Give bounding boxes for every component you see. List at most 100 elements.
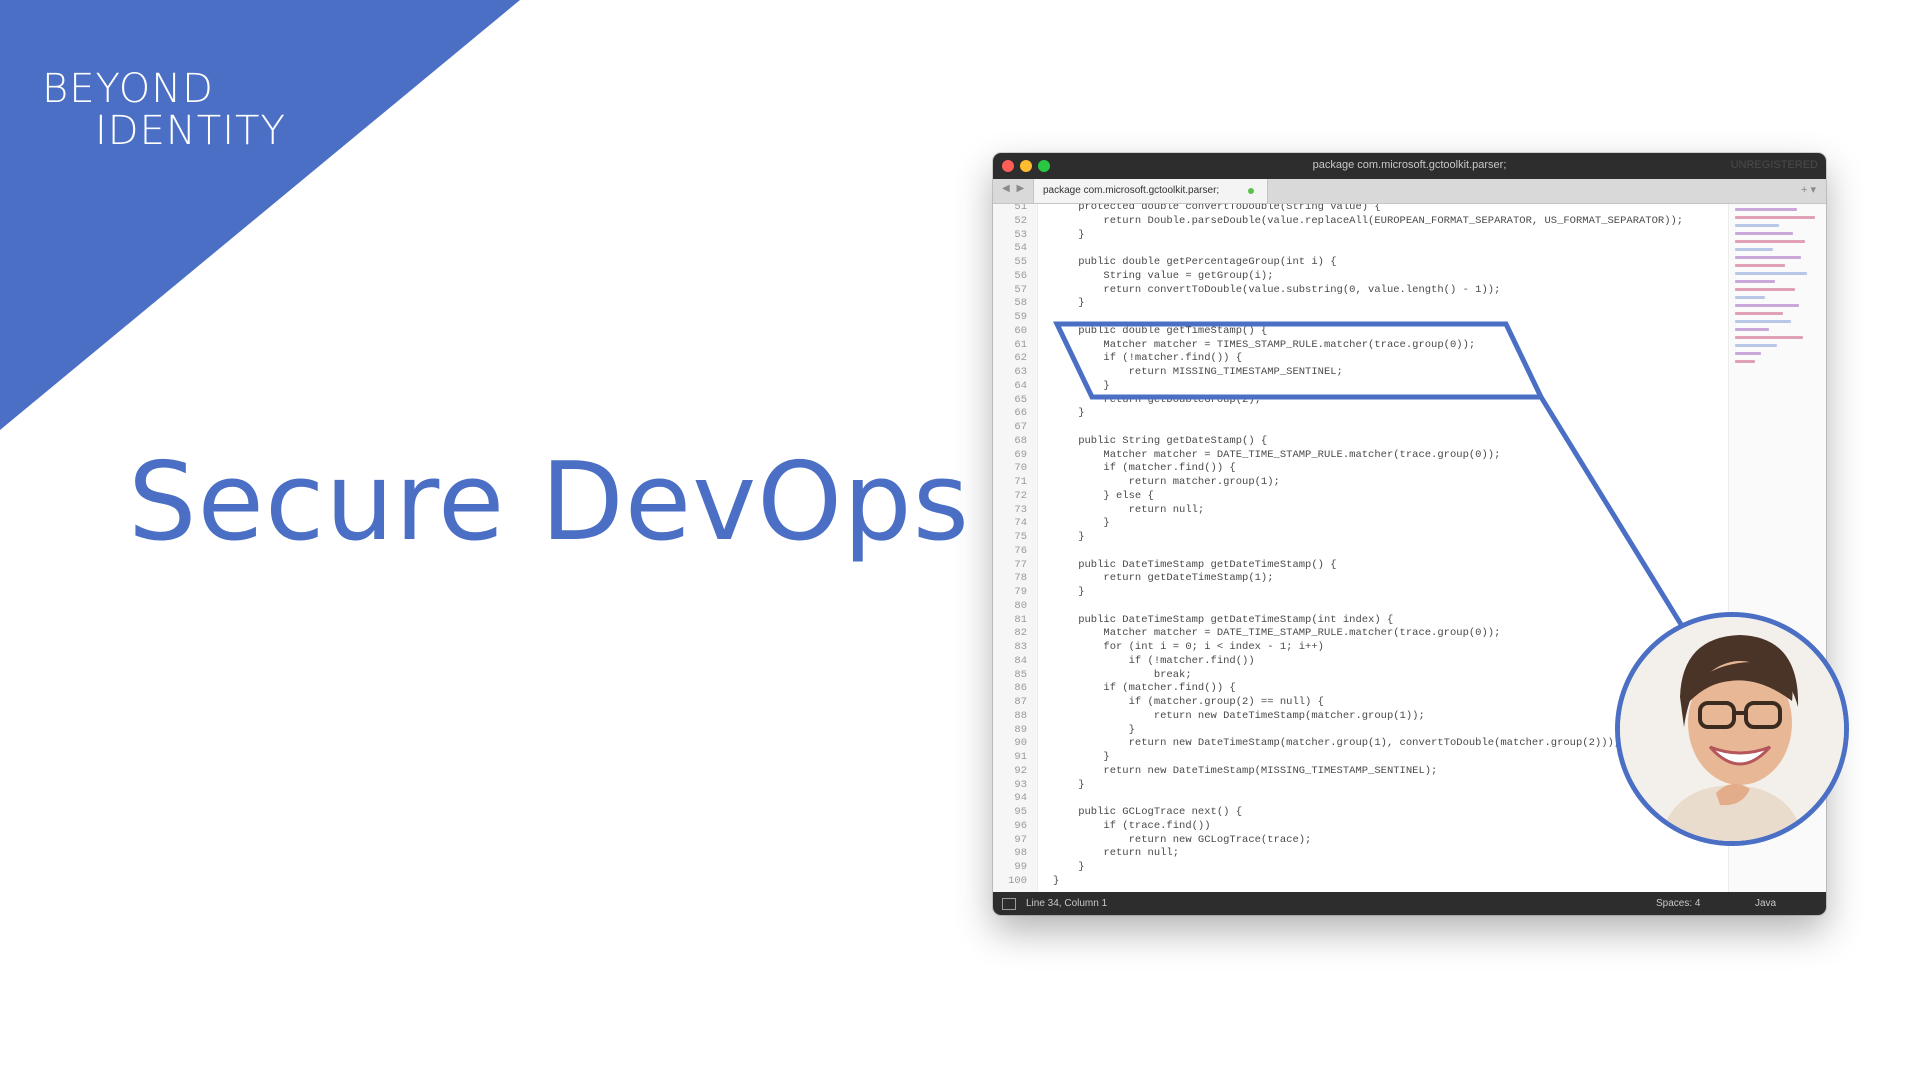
line-number: 91	[1014, 751, 1027, 763]
line-number: 95	[1014, 806, 1027, 818]
code-text: public GCLogTrace next() {	[1053, 806, 1243, 818]
line-number: 73	[1014, 503, 1027, 516]
line-number: 81	[1014, 613, 1027, 626]
line-number: 53	[1014, 228, 1027, 241]
tab-parser-file[interactable]: package com.microsoft.gctoolkit.parser;	[1033, 179, 1268, 203]
code-text: if (trace.find())	[1053, 819, 1211, 832]
line-number: 54	[1014, 242, 1027, 255]
line-number: 65	[1014, 393, 1027, 406]
line-number: 71	[1014, 476, 1027, 488]
line-number: 88	[1014, 709, 1027, 722]
code-text: Matcher matcher = DATE_TIME_STAMP_RULE.m…	[1053, 627, 1501, 640]
window-title: package com.microsoft.gctoolkit.parser;	[1312, 159, 1507, 171]
line-number: 84	[1014, 654, 1027, 667]
logo-line-2: IDENTITY	[95, 108, 286, 154]
code-text: }	[1053, 531, 1085, 543]
code-text: public DateTimeStamp getDateTimeStamp(in…	[1053, 613, 1394, 626]
code-text: Matcher matcher = DATE_TIME_STAMP_RULE.m…	[1053, 448, 1501, 461]
line-number: 70	[1014, 462, 1027, 475]
line-number: 79	[1014, 586, 1027, 598]
code-text: return convertToDouble(value.substring(0…	[1053, 283, 1501, 296]
logo-line-1: BEYOND	[42, 66, 214, 112]
code-text: String value = getGroup(i);	[1053, 269, 1274, 282]
corner-banner	[0, 0, 520, 430]
line-number: 72	[1014, 489, 1027, 502]
line-number: 66	[1014, 407, 1027, 420]
status-bar: Line 34, Column 1 Spaces: 4 Java	[993, 892, 1826, 915]
code-text: }	[1053, 778, 1085, 791]
code-text: public double getTimeStamp() {	[1053, 324, 1268, 337]
line-number: 82	[1014, 627, 1027, 640]
tab-label: package com.microsoft.gctoolkit.parser;	[1043, 185, 1220, 196]
line-number: 97	[1014, 833, 1027, 846]
line-number: 51	[1014, 204, 1027, 213]
code-text: }	[1053, 723, 1135, 736]
unregistered-label: UNREGISTERED	[1730, 159, 1818, 171]
code-text: }	[1053, 297, 1085, 310]
code-text: return new DateTimeStamp(MISSING_TIMESTA…	[1053, 764, 1438, 777]
line-number: 75	[1014, 531, 1027, 543]
line-number: 89	[1014, 723, 1027, 736]
code-text: }	[1053, 517, 1110, 530]
line-number: 93	[1014, 778, 1027, 791]
code-text: return MISSING_TIMESTAMP_SENTINEL;	[1053, 366, 1343, 378]
line-number: 96	[1014, 819, 1027, 832]
line-number: 87	[1014, 696, 1027, 708]
line-number: 55	[1014, 256, 1027, 268]
line-number: 98	[1014, 847, 1027, 860]
unsaved-dot-icon	[1248, 188, 1254, 194]
code-text: }	[1053, 228, 1085, 241]
code-text: }	[1053, 874, 1060, 887]
line-number: 99	[1014, 861, 1027, 873]
line-number: 60	[1014, 324, 1027, 337]
syntax-language[interactable]: Java	[1755, 898, 1776, 909]
line-number: 61	[1014, 338, 1027, 351]
line-number: 64	[1014, 379, 1027, 392]
code-text: return getDoubleGroup(2);	[1053, 393, 1261, 406]
code-text: return Double.parseDouble(value.replaceA…	[1053, 214, 1684, 227]
tab-bar: ◀ ▶ package com.microsoft.gctoolkit.pars…	[993, 179, 1826, 204]
line-number: 68	[1014, 434, 1027, 447]
code-text: return getDateTimeStamp(1);	[1053, 572, 1274, 585]
code-text: public double getPercentageGroup(int i) …	[1053, 256, 1337, 268]
developer-avatar	[1615, 612, 1849, 846]
smiling-developer-illustration	[1620, 617, 1844, 841]
line-number: 74	[1014, 517, 1027, 530]
code-text: if (matcher.find()) {	[1053, 462, 1236, 475]
sidebar-toggle-icon[interactable]	[1002, 898, 1016, 910]
headline: Secure DevOps	[128, 440, 970, 565]
code-text: }	[1053, 379, 1110, 392]
code-text: public DateTimeStamp getDateTimeStamp() …	[1053, 558, 1337, 571]
line-number: 69	[1014, 448, 1027, 461]
line-number: 59	[1014, 311, 1027, 323]
line-number: 56	[1014, 269, 1027, 282]
line-number: 90	[1014, 737, 1027, 750]
line-number: 57	[1014, 283, 1027, 296]
code-text: return new GCLogTrace(trace);	[1053, 833, 1312, 846]
code-text: return new DateTimeStamp(matcher.group(1…	[1053, 709, 1425, 722]
line-number: 52	[1014, 214, 1027, 227]
code-text: protected double convertToDouble(String …	[1053, 204, 1381, 213]
line-number: 76	[1014, 544, 1027, 557]
window-titlebar: package com.microsoft.gctoolkit.parser; …	[993, 153, 1826, 179]
indentation-setting[interactable]: Spaces: 4	[1656, 898, 1700, 909]
code-text: return null;	[1053, 503, 1205, 516]
code-text: }	[1053, 751, 1110, 763]
code-text: return new DateTimeStamp(matcher.group(1…	[1053, 737, 1621, 750]
beyond-identity-logo: BEYOND IDENTITY	[42, 68, 286, 152]
line-number: 94	[1014, 792, 1027, 805]
line-number: 100	[1008, 874, 1027, 887]
code-text: Matcher matcher = TIMES_STAMP_RULE.match…	[1053, 338, 1476, 351]
code-text: public String getDateStamp() {	[1053, 434, 1268, 447]
code-text: return null;	[1053, 847, 1180, 860]
code-text: } else {	[1053, 489, 1154, 502]
line-number: 58	[1014, 297, 1027, 310]
code-text: for (int i = 0; i < index - 1; i++)	[1053, 641, 1324, 653]
line-number: 85	[1014, 668, 1027, 681]
code-text: }	[1053, 586, 1085, 598]
code-text: }	[1053, 861, 1085, 873]
line-number: 83	[1014, 641, 1027, 653]
tab-menu-icon[interactable]: + ▾	[1801, 183, 1816, 196]
tab-nav-arrows-icon[interactable]: ◀ ▶	[1002, 183, 1026, 194]
line-number: 77	[1014, 558, 1027, 571]
